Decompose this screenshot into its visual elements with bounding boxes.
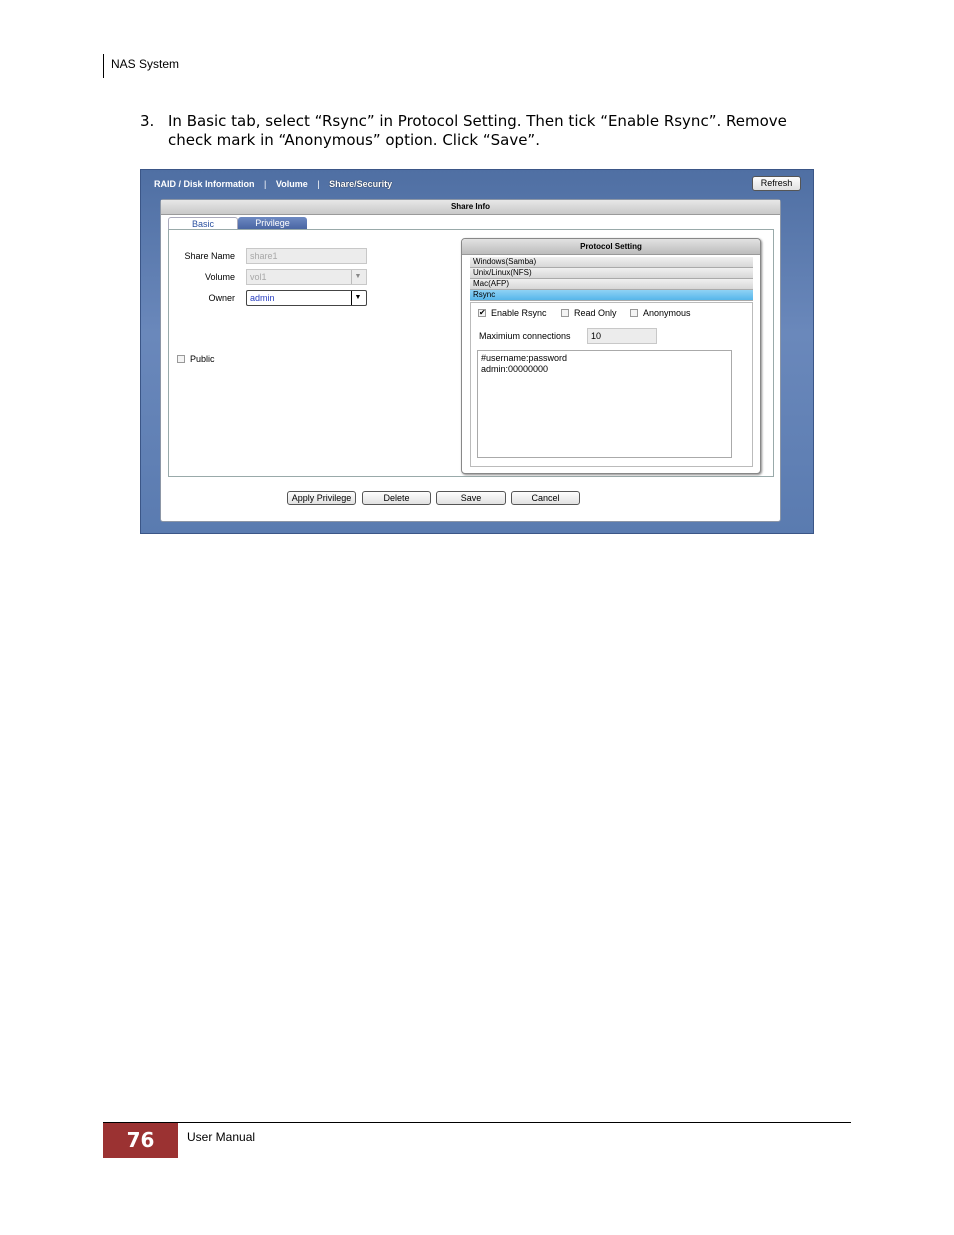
volume-select[interactable]: vol1 ▼ — [246, 269, 367, 285]
accounts-line: #username:password — [481, 353, 568, 363]
public-checkbox[interactable] — [177, 355, 185, 363]
basic-tab-body: Share Name share1 Volume vol1 ▼ Owner ad… — [168, 229, 774, 477]
nav-raid-disk-info[interactable]: RAID / Disk Information — [154, 179, 255, 189]
instruction-step: 3. In Basic tab, select “Rsync” in Proto… — [140, 112, 830, 150]
header-title: NAS System — [111, 57, 180, 71]
protocol-item-nfs[interactable]: Unix/Linux(NFS) — [470, 268, 753, 279]
chevron-down-icon: ▼ — [351, 270, 364, 284]
save-button[interactable]: Save — [436, 491, 506, 505]
protocol-item-samba[interactable]: Windows(Samba) — [470, 257, 753, 268]
page-number: 76 — [103, 1123, 178, 1158]
protocol-item-afp[interactable]: Mac(AFP) — [470, 279, 753, 290]
max-connections-label: Maximium connections — [479, 331, 571, 341]
delete-button[interactable]: Delete — [362, 491, 431, 505]
nav-volume[interactable]: Volume — [276, 179, 308, 189]
refresh-button[interactable]: Refresh — [752, 176, 801, 191]
apply-privilege-button[interactable]: Apply Privilege — [287, 491, 356, 505]
screenshot-share-info: RAID / Disk Information | Volume | Share… — [140, 169, 814, 534]
volume-value: vol1 — [250, 272, 267, 282]
rsync-accounts-textarea[interactable]: #username:password admin:00000000 — [477, 350, 732, 458]
nav-separator: | — [317, 179, 320, 189]
footer-text: User Manual — [187, 1130, 256, 1144]
protocol-item-rsync[interactable]: Rsync — [470, 290, 753, 301]
share-name-input[interactable]: share1 — [246, 248, 367, 264]
nav-share-security[interactable]: Share/Security — [329, 179, 392, 189]
nav-separator: | — [264, 179, 267, 189]
step-text: In Basic tab, select “Rsync” in Protocol… — [168, 112, 787, 149]
owner-value: admin — [250, 293, 275, 303]
enable-rsync-checkbox[interactable]: ✔ — [478, 309, 486, 317]
tab-basic[interactable]: Basic — [168, 217, 238, 229]
rsync-settings: ✔ Enable Rsync Read Only Anonymous Maxim… — [470, 302, 753, 467]
panel-title: Share Info — [161, 200, 780, 215]
protocol-list: Windows(Samba) Unix/Linux(NFS) Mac(AFP) … — [470, 257, 753, 301]
cancel-button[interactable]: Cancel — [511, 491, 580, 505]
share-info-panel: Share Info Basic Privilege Share Name sh… — [160, 199, 781, 522]
anonymous-checkbox[interactable] — [630, 309, 638, 317]
owner-select[interactable]: admin ▼ — [246, 290, 367, 306]
read-only-label: Read Only — [574, 308, 617, 318]
max-connections-input[interactable]: 10 — [587, 328, 657, 344]
tab-privilege[interactable]: Privilege — [238, 217, 307, 229]
read-only-checkbox[interactable] — [561, 309, 569, 317]
volume-label: Volume — [204, 272, 235, 282]
protocol-title: Protocol Setting — [462, 239, 760, 255]
public-label: Public — [190, 354, 215, 364]
share-name-label: Share Name — [184, 251, 235, 261]
owner-label: Owner — [208, 293, 235, 303]
anonymous-label: Anonymous — [643, 308, 691, 318]
step-number: 3. — [140, 112, 155, 130]
top-nav: RAID / Disk Information | Volume | Share… — [154, 179, 392, 189]
header-rule — [103, 54, 104, 78]
chevron-down-icon: ▼ — [351, 291, 364, 305]
enable-rsync-label: Enable Rsync — [491, 308, 547, 318]
protocol-setting-box: Protocol Setting Windows(Samba) Unix/Lin… — [461, 238, 761, 474]
footer-rule — [103, 1122, 851, 1123]
accounts-line: admin:00000000 — [481, 364, 549, 374]
